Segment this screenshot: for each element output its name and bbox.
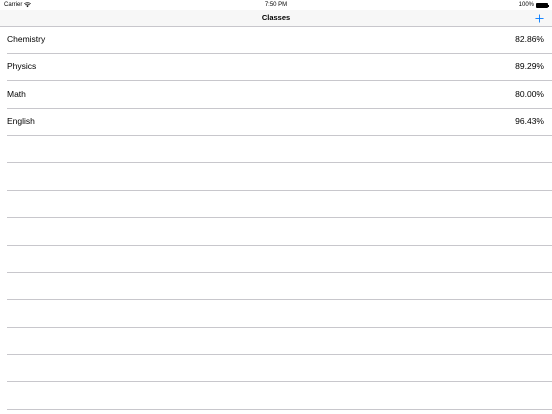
table-row[interactable]: Math 80.00% <box>0 81 552 109</box>
class-grade: 82.86% <box>515 34 544 44</box>
battery-icon <box>536 2 549 8</box>
empty-row <box>0 190 552 219</box>
navigation-bar: Classes <box>0 10 552 27</box>
empty-row <box>0 273 552 301</box>
class-name: Chemistry <box>7 34 46 44</box>
empty-row <box>0 245 552 273</box>
empty-row <box>0 382 552 410</box>
empty-row <box>0 163 552 191</box>
class-grade: 96.43% <box>515 116 544 127</box>
class-grade: 80.00% <box>515 88 544 99</box>
screen: Carrier 7:50 PM 100% Classes Chemistry 8… <box>0 0 552 414</box>
class-grade: 89.29% <box>515 61 544 72</box>
empty-row <box>0 136 552 164</box>
add-class-button[interactable] <box>532 10 546 26</box>
empty-row <box>0 300 552 328</box>
status-time: 7:50 PM <box>264 2 288 8</box>
status-bar: Carrier 7:50 PM 100% <box>0 0 552 10</box>
battery-percent: 100% <box>518 2 534 8</box>
class-name: Physics <box>7 61 37 72</box>
class-name: Math <box>7 88 26 99</box>
classes-table: Chemistry 82.86% Physics 89.29% Math 80.… <box>0 26 552 410</box>
empty-row <box>0 327 552 356</box>
status-right: 100% <box>518 0 549 10</box>
plus-icon <box>534 13 544 23</box>
page-title: Classes <box>261 13 291 22</box>
table-row[interactable]: Physics 89.29% <box>0 53 552 82</box>
empty-row <box>0 218 552 246</box>
empty-row <box>0 355 552 383</box>
class-name: English <box>7 116 35 127</box>
table-row[interactable]: English 96.43% <box>0 108 552 136</box>
table-row[interactable]: Chemistry 82.86% <box>0 26 552 54</box>
